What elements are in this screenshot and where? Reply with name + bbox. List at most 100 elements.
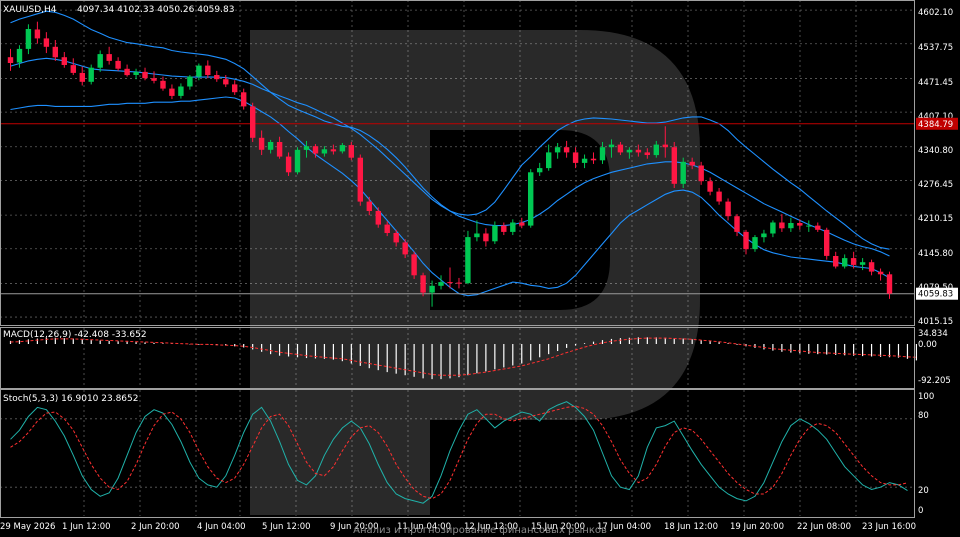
candle-body [79, 72, 85, 82]
candle-body [25, 29, 32, 49]
main-header-symbol: XAUUSD,H4 [3, 5, 57, 15]
time-tick-label: 23 Jun 16:00 [862, 522, 916, 532]
candle-body [868, 262, 875, 272]
candle-body [474, 233, 480, 238]
candle-body [205, 65, 211, 75]
candle-body [842, 258, 848, 267]
price-tick-label: 4602.10 [918, 8, 953, 18]
candle-body [590, 158, 597, 161]
candle-body [788, 223, 794, 229]
macd-tick-label: 34.834 [918, 329, 948, 339]
trading-chart[interactable]: 4602.104537.754471.454407.104340.804276.… [0, 0, 960, 537]
candle-body [214, 75, 220, 80]
candle-body [187, 76, 193, 87]
candle-body [815, 225, 821, 230]
time-tick-label: 4 Jun 04:00 [197, 522, 246, 532]
candle-body [258, 137, 265, 150]
candle-body [886, 274, 893, 294]
time-tick-label: 2 Jun 20:00 [131, 522, 180, 532]
candle-body [680, 161, 686, 184]
candle-body [734, 216, 740, 232]
candle-body [806, 225, 812, 227]
resistance-tag-label: 4384.79 [918, 120, 953, 130]
candle-body [770, 222, 776, 234]
candle-body [752, 237, 758, 250]
candle-body [339, 145, 346, 152]
candle-body [537, 168, 543, 173]
price-tick-label: 4340.80 [918, 146, 953, 156]
candle-body [312, 146, 319, 154]
candle-body [671, 147, 677, 184]
candle-body [501, 225, 507, 232]
candle-body [160, 80, 166, 89]
candle-body [250, 106, 256, 138]
candle-body [16, 48, 23, 63]
stoch-tick-label: 100 [918, 392, 934, 402]
candle-body [151, 78, 157, 81]
current-price-tag-label: 4059.83 [918, 290, 953, 300]
candle-body [88, 67, 94, 82]
price-tick-label: 4145.80 [918, 249, 953, 259]
candle-body [662, 144, 668, 148]
candle-body [465, 237, 471, 284]
candle-body [196, 65, 202, 77]
time-tick-label: 18 Jun 12:00 [664, 522, 718, 532]
candle-body [97, 54, 103, 68]
price-tick-label: 4210.15 [918, 214, 953, 224]
time-tick-label: 22 Jun 08:00 [797, 522, 851, 532]
candle-body [483, 233, 489, 242]
candle-body [402, 242, 408, 255]
candle-body [438, 282, 444, 286]
price-tick-label: 4015.15 [918, 317, 953, 327]
candle-body [689, 161, 695, 166]
candle-body [761, 233, 767, 238]
candle-body [519, 222, 525, 226]
candle-body [375, 211, 381, 225]
candle-body [330, 149, 337, 152]
macd-header: MACD(12,26,9) -42.408 -33.652 [3, 330, 147, 340]
stoch-tick-label: 80 [918, 411, 929, 421]
candle-body [528, 172, 534, 226]
candle-body [447, 282, 453, 284]
candle-body [743, 231, 749, 250]
candle-body [626, 149, 633, 153]
time-tick-label: 5 Jun 12:00 [262, 522, 311, 532]
watermark-shape [250, 30, 700, 515]
candle-body [241, 92, 247, 107]
candle-body [384, 224, 390, 233]
candle-body [653, 144, 659, 156]
candle-body [833, 256, 839, 267]
candle-body [276, 142, 283, 157]
candle-body [142, 71, 148, 79]
time-tick-label: 1 Jun 12:00 [62, 522, 111, 532]
candle-body [357, 157, 363, 202]
price-levels [0, 123, 914, 295]
candle-body [572, 152, 579, 163]
candle-body [725, 201, 731, 217]
candle-body [563, 147, 570, 153]
candle-body [7, 57, 14, 63]
candle-body [294, 149, 301, 173]
candle-body [115, 60, 121, 69]
candle-body [581, 158, 588, 163]
price-tick-label: 4537.75 [918, 43, 953, 53]
candle-body [366, 201, 372, 211]
candle-body [779, 222, 785, 229]
candle-body [617, 144, 624, 153]
candle-body [850, 258, 857, 265]
candle-body [133, 71, 139, 75]
candle-body [824, 229, 830, 256]
candle-body [492, 225, 498, 242]
time-tick-label: 29 May 2026 [0, 522, 55, 532]
candle-body [859, 262, 866, 265]
stoch-tick-label: 0 [918, 506, 923, 516]
candle-body [420, 275, 426, 293]
candle-body [716, 191, 722, 202]
candle-body [877, 271, 884, 275]
candle-body [267, 142, 274, 150]
macd-tick-label: 0.00 [918, 340, 937, 350]
watermark-logo [250, 30, 700, 515]
candle-body [303, 146, 310, 150]
price-tick-label: 4471.45 [918, 78, 953, 88]
macd-tick-label: -92.205 [918, 376, 951, 386]
